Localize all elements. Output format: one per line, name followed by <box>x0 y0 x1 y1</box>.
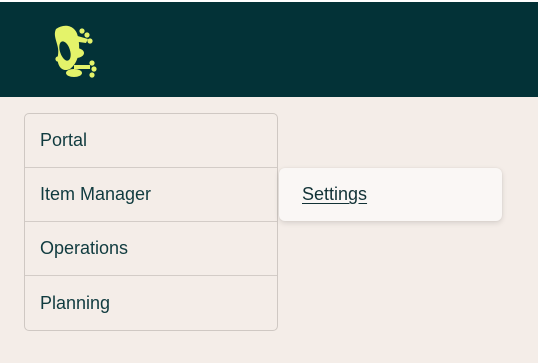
menu-item-portal[interactable]: Portal <box>25 114 277 168</box>
menu-item-label: Operations <box>40 238 129 258</box>
menu-item-item-manager[interactable]: Item Manager <box>25 168 277 222</box>
frog-logo-icon[interactable] <box>48 23 104 79</box>
menu-item-label: Item Manager <box>40 184 152 204</box>
menu-item-label: Portal <box>40 130 88 150</box>
submenu-link-settings[interactable]: Settings <box>302 184 367 205</box>
app-header <box>0 2 538 97</box>
item-manager-submenu: Settings <box>279 168 502 221</box>
menu-item-label: Planning <box>40 293 111 313</box>
main-nav-menu: Portal Item Manager Operations Planning <box>24 113 278 331</box>
menu-item-operations[interactable]: Operations <box>25 222 277 276</box>
menu-item-planning[interactable]: Planning <box>25 276 277 330</box>
